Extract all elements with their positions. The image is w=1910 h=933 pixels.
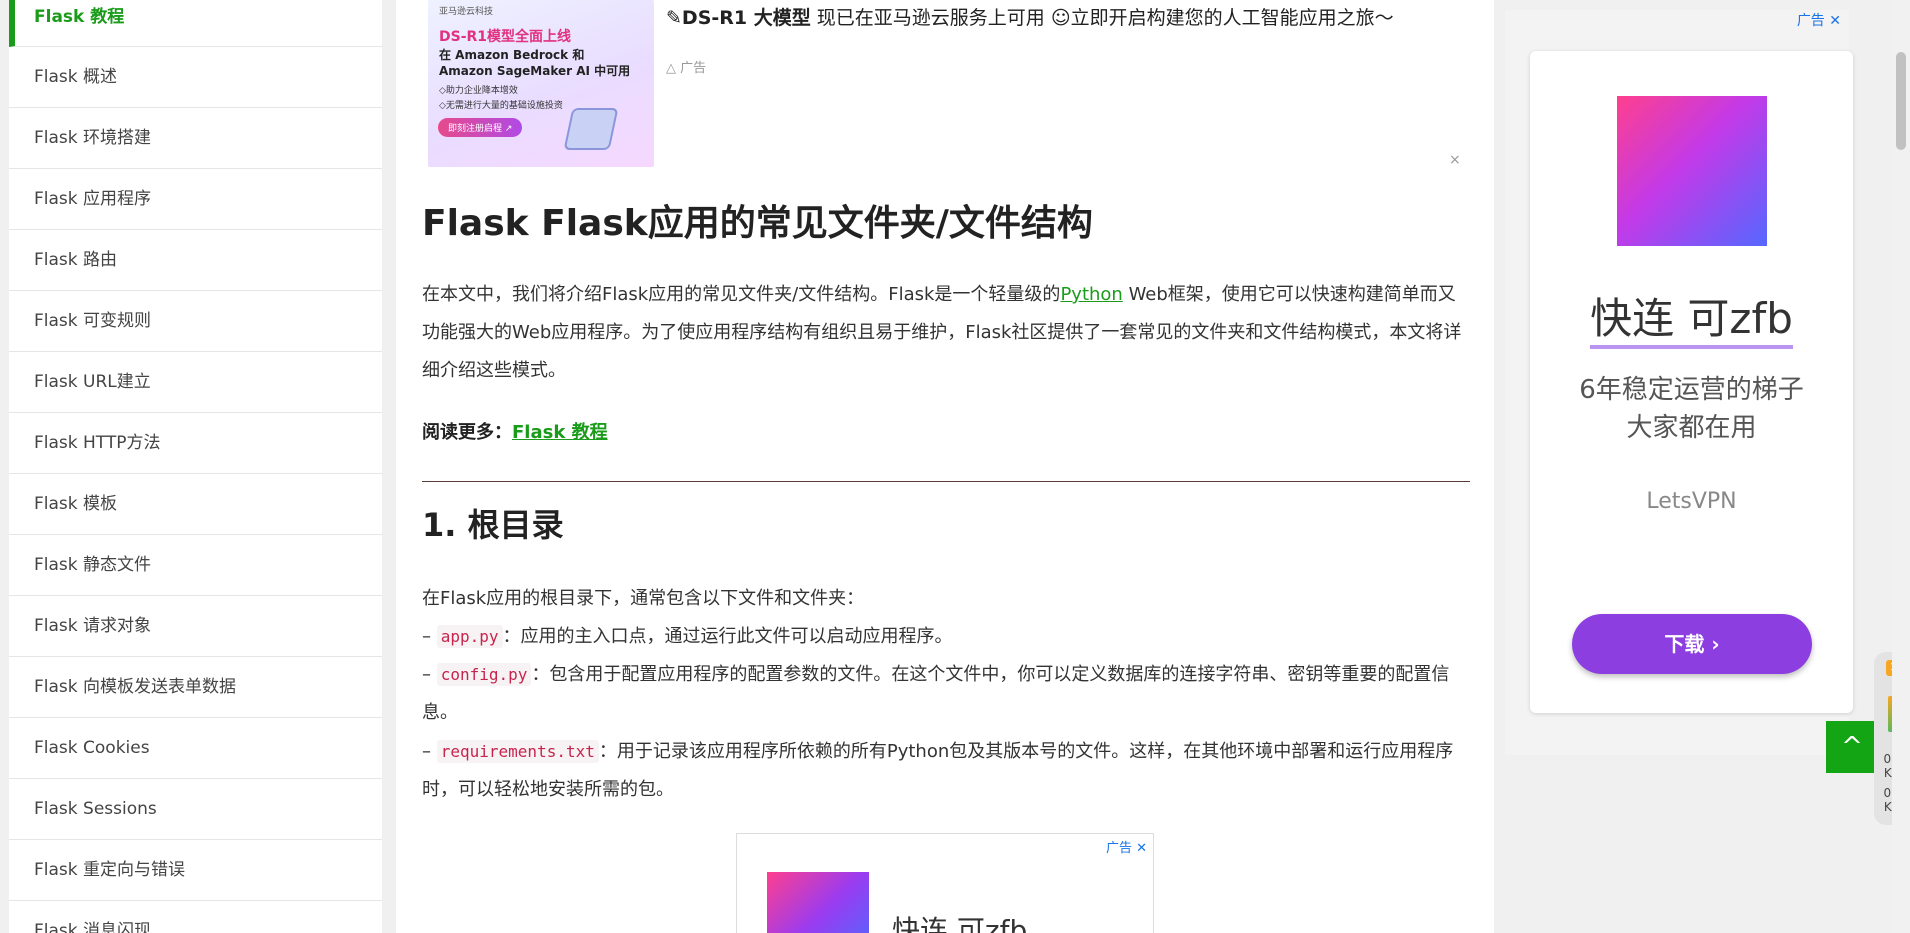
ad-register-button[interactable]: 即刻注册启程 ↗ [438, 118, 523, 137]
sidebar-item-url-building[interactable]: Flask URL建立 [9, 352, 382, 413]
intro-text-1: 在本文中，我们将介绍Flask应用的常见文件夹/文件结构。Flask是一个轻量级… [422, 284, 1061, 305]
scrollbar-thumb[interactable] [1896, 52, 1906, 150]
sidebar-item-templates[interactable]: Flask 模板 [9, 474, 382, 535]
list-item-requirements-txt: – requirements.txt ：用于记录该应用程序所依赖的所有Python… [422, 733, 1470, 809]
list-item-text: ：应用的主入口点，通过运行此文件可以启动应用程序。 [502, 626, 953, 647]
sidebar-item-application[interactable]: Flask 应用程序 [9, 169, 382, 230]
read-more-link[interactable]: Flask 教程 [512, 422, 608, 443]
ad-bullet-1: ◇助力企业降本增效 [439, 86, 518, 96]
read-more: 阅读更多：Flask 教程 [422, 418, 608, 444]
sidebar-item-flask-tutorial[interactable]: Flask 教程 [9, 0, 382, 47]
list-dash: – [422, 626, 437, 647]
code-config-py: config.py [436, 663, 532, 686]
back-to-top-button[interactable]: ^ [1826, 721, 1878, 773]
sidebar-item-http-methods[interactable]: Flask HTTP方法 [9, 413, 382, 474]
sidebar-item-static-files[interactable]: Flask 静态文件 [9, 535, 382, 596]
inline-ad-name: 快连 可zfb [892, 914, 1028, 933]
ad-corner-label[interactable]: 广告 ✕ [1797, 10, 1841, 30]
right-ad-card[interactable]: 快连 可zfb 6年稳定运营的梯子 大家都在用 LetsVPN 下载 › [1530, 51, 1853, 713]
sidebar-item-sessions[interactable]: Flask Sessions [9, 779, 382, 840]
ad-mark-label: 广告 [680, 61, 707, 76]
ad-headline-tail: 立即开启构建您的人工智能应用之旅～ [1070, 7, 1394, 29]
ad-close-icon[interactable]: × [1449, 152, 1461, 168]
sidebar-nav: Flask 教程 Flask 概述 Flask 环境搭建 Flask 应用程序 … [9, 0, 382, 933]
ad-triangle-icon: △ [666, 61, 676, 76]
ad-headline: DS-R1模型全面上线 [439, 29, 572, 45]
ad-headline-text: 现已在亚马逊云服务上可用 [810, 7, 1051, 29]
sidebar-item-request-object[interactable]: Flask 请求对象 [9, 596, 382, 657]
ad-mark: △ 广告 [666, 57, 706, 76]
right-ad-column: 广告 ✕ 快连 可zfb 6年稳定运营的梯子 大家都在用 LetsVPN 下载 … [1505, 10, 1853, 755]
list-item-text: ：包含用于配置应用程序的配置参数的文件。在这个文件中，你可以定义数据库的连接字符… [422, 664, 1450, 723]
ad-bullet-2: ◇无需进行大量的基础设施投资 [439, 101, 563, 111]
list-dash: – [422, 741, 437, 762]
inline-ad-label[interactable]: 广告 ✕ [1106, 837, 1147, 856]
section-heading-root: 1. 根目录 [422, 506, 564, 544]
ad-headline-bold: DS-R1 大模型 [681, 7, 811, 29]
ad-subheadline: 在 Amazon Bedrock 和 Amazon SageMaker AI 中… [439, 48, 631, 78]
pen-icon: ✎ [666, 7, 682, 29]
main-content: 亚马逊云科技 DS-R1模型全面上线 在 Amazon Bedrock 和 Am… [396, 0, 1494, 933]
read-more-label: 阅读更多： [422, 422, 512, 443]
code-app-py: app.py [436, 625, 503, 648]
robot-icon: ☺ [1050, 7, 1071, 29]
section-intro: 在Flask应用的根目录下，通常包含以下文件和文件夹： [422, 588, 865, 609]
sidebar-item-redirects-errors[interactable]: Flask 重定向与错误 [9, 840, 382, 901]
list-item-config-py: – config.py ：包含用于配置应用程序的配置参数的文件。在这个文件中，你可… [422, 656, 1470, 732]
inline-ad[interactable]: 广告 ✕ 快连 可zfb [736, 833, 1154, 933]
python-link[interactable]: Python [1060, 284, 1122, 305]
right-ad-tagline-1: 6年稳定运营的梯子 [1579, 375, 1804, 405]
right-ad-brand: LetsVPN [1646, 489, 1737, 514]
download-button[interactable]: 下载 › [1572, 614, 1812, 674]
ad-banner-image[interactable]: 亚马逊云科技 DS-R1模型全面上线 在 Amazon Bedrock 和 Am… [428, 0, 654, 167]
right-ad-name-text: 快连 可zfb [1590, 294, 1793, 349]
sidebar-item-cookies[interactable]: Flask Cookies [9, 718, 382, 779]
right-ad-tagline: 6年稳定运营的梯子 大家都在用 [1530, 371, 1853, 447]
page-title: Flask Flask应用的常见文件夹/文件结构 [422, 203, 1093, 244]
divider [422, 481, 1470, 482]
chip-illustration-icon [563, 108, 619, 150]
letsvpn-logo-icon [767, 872, 869, 933]
list-dash: – [422, 664, 437, 685]
sidebar-item-variable-rules[interactable]: Flask 可变规则 [9, 291, 382, 352]
sidebar-item-routing[interactable]: Flask 路由 [9, 230, 382, 291]
right-ad-name: 快连 可zfb [1530, 285, 1853, 349]
sidebar-item-environment[interactable]: Flask 环境搭建 [9, 108, 382, 169]
ad-bullets: ◇助力企业降本增效 ◇无需进行大量的基础设施投资 [439, 84, 563, 114]
sidebar-item-form-data[interactable]: Flask 向模板发送表单数据 [9, 657, 382, 718]
sidebar-item-message-flashing[interactable]: Flask 消息闪现 [9, 901, 382, 933]
letsvpn-logo-icon [1617, 96, 1767, 246]
right-ad-tagline-2: 大家都在用 [1626, 413, 1757, 443]
intro-paragraph: 在本文中，我们将介绍Flask应用的常见文件夹/文件结构。Flask是一个轻量级… [422, 276, 1470, 390]
ad-headline-link[interactable]: ✎DS-R1 大模型 现已在亚马逊云服务上可用 ☺立即开启构建您的人工智能应用之… [666, 3, 1394, 30]
code-requirements-txt: requirements.txt [436, 740, 599, 763]
page-scrollbar[interactable] [1892, 0, 1910, 933]
list-item-app-py: – app.py ：应用的主入口点，通过运行此文件可以启动应用程序。 [422, 618, 1470, 656]
chevron-up-icon: ^ [1841, 732, 1863, 762]
sidebar-item-overview[interactable]: Flask 概述 [9, 47, 382, 108]
ad-brand: 亚马逊云科技 [439, 7, 494, 17]
